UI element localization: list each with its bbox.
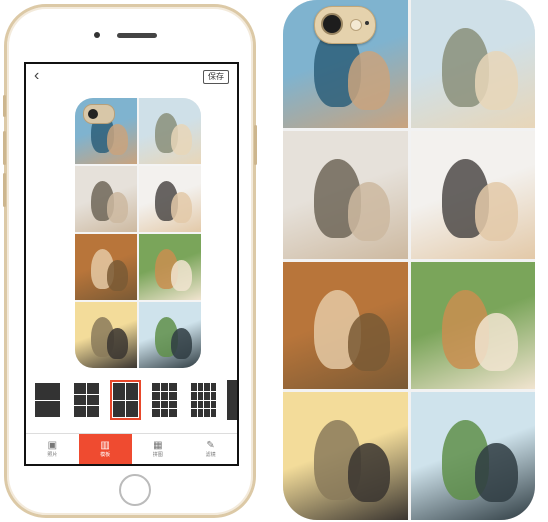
photo-subject	[171, 192, 193, 223]
tab-label: 滤镜	[205, 452, 216, 458]
photo-subject	[107, 260, 129, 291]
chevron-left-icon[interactable]: ‹	[34, 68, 39, 84]
layout-icon: ▥	[100, 440, 110, 451]
photo-subject	[171, 124, 193, 155]
volume-down-button	[3, 173, 6, 207]
tab-layout[interactable]: ▥ 模板	[78, 434, 132, 464]
mother-baby-bed-photo	[410, 130, 535, 259]
phone-case-product	[283, 0, 535, 520]
layout-grid-icon	[152, 383, 178, 417]
app-screen: ‹ 保存 ▣ 照片 ▥ 模板 ▦ 拼图 ✎ 滤镜	[24, 62, 239, 466]
photo-subject	[347, 312, 391, 372]
photo-subject	[347, 443, 391, 503]
photo-subject	[107, 124, 129, 155]
case-camera-cutout	[83, 104, 115, 124]
mother-baby-bed-photo	[139, 166, 201, 232]
layout-grid-icon	[113, 383, 139, 417]
father-baby-photo	[75, 166, 137, 232]
family-park-photo	[410, 392, 535, 520]
photo-subject	[347, 181, 391, 241]
case-preview[interactable]	[75, 98, 201, 368]
photo-subject	[475, 443, 518, 503]
layout-option-3x3[interactable]	[71, 380, 102, 420]
front-camera	[94, 32, 100, 38]
layout-option-2x4[interactable]	[110, 380, 142, 420]
photo-subject	[107, 192, 129, 223]
layout-option-2x2[interactable]	[32, 380, 63, 420]
layout-template-strip	[26, 380, 237, 428]
layout-option-4x4[interactable]	[188, 380, 219, 420]
volume-up-button	[3, 131, 6, 165]
layout-grid-icon	[74, 383, 100, 417]
paris-woman-photo	[139, 98, 201, 164]
save-button[interactable]: 保存	[203, 70, 229, 84]
collage-icon: ▦	[153, 440, 163, 451]
photo-subject	[347, 51, 391, 110]
golden-retriever-photo	[283, 261, 408, 390]
layout-grid-icon	[35, 383, 61, 417]
photo-subject	[107, 328, 129, 359]
image-icon: ▣	[47, 440, 58, 451]
photo-subject	[475, 312, 518, 372]
couple-city-sunset-photo	[75, 302, 137, 368]
photo-subject	[475, 181, 518, 241]
case-photo-grid	[283, 0, 535, 520]
tab-label: 模板	[100, 452, 111, 458]
baby-dog-grass-photo	[139, 234, 201, 300]
family-park-photo	[139, 302, 201, 368]
phone-mockup: ‹ 保存 ▣ 照片 ▥ 模板 ▦ 拼图 ✎ 滤镜	[3, 4, 257, 518]
tab-image[interactable]: ▣ 照片	[26, 434, 79, 464]
layout-grid-icon	[191, 383, 217, 417]
home-button[interactable]	[119, 474, 151, 506]
preview-photo-grid	[75, 98, 201, 368]
tab-collage[interactable]: ▦ 拼图	[132, 434, 185, 464]
father-baby-photo	[283, 130, 408, 259]
photo-subject	[171, 260, 193, 291]
photo-subject	[171, 328, 193, 359]
layout-option-3x4[interactable]	[149, 380, 180, 420]
tab-label: 拼图	[152, 452, 163, 458]
more-layouts-indicator[interactable]	[227, 380, 237, 420]
paris-woman-photo	[410, 0, 535, 128]
camera-mic	[365, 21, 369, 25]
tab-label: 照片	[47, 452, 58, 458]
baby-dog-grass-photo	[410, 261, 535, 390]
case-camera-cutout	[314, 6, 376, 44]
tab-brush[interactable]: ✎ 滤镜	[184, 434, 237, 464]
mute-switch	[3, 95, 6, 117]
camera-lens	[321, 13, 343, 35]
photo-subject	[475, 51, 518, 110]
earpiece-speaker	[117, 33, 157, 38]
camera-flash	[350, 19, 362, 31]
couple-city-sunset-photo	[283, 392, 408, 520]
golden-retriever-photo	[75, 234, 137, 300]
power-button	[254, 125, 257, 165]
app-header: ‹ 保存	[26, 64, 237, 90]
bottom-tab-bar: ▣ 照片 ▥ 模板 ▦ 拼图 ✎ 滤镜	[26, 433, 237, 464]
brush-icon: ✎	[206, 440, 215, 451]
